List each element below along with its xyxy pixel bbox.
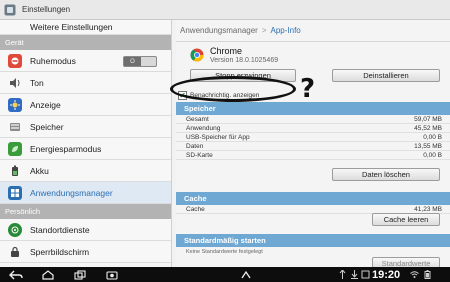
sidebar-item-location-services[interactable]: Standortdienste bbox=[0, 219, 171, 241]
sidebar-item-power-saving[interactable]: Energiesparmodus bbox=[0, 138, 171, 160]
wifi-icon bbox=[410, 271, 419, 278]
system-bar: 19:20 bbox=[0, 267, 450, 282]
defaults-hint: Keine Standardwerte festgelegt bbox=[186, 249, 263, 255]
sidebar-item-display[interactable]: Anzeige bbox=[0, 94, 171, 116]
clear-defaults-button[interactable]: Standardwerte bbox=[372, 257, 440, 267]
storage-section: Speicher Gesamt 59,07 MB Anwendung 45,52 M… bbox=[176, 102, 450, 160]
menu-icon[interactable] bbox=[234, 267, 258, 282]
sidebar-item-storage[interactable]: Speicher bbox=[0, 116, 171, 138]
list-item: Daten 13,55 MB bbox=[176, 142, 450, 151]
app-name: Chrome bbox=[210, 46, 243, 56]
row-key: USB-Speicher für App bbox=[186, 133, 250, 141]
clock: 19:20 bbox=[372, 268, 401, 281]
battery-status-icon bbox=[424, 270, 431, 279]
breadcrumb-separator-icon: > bbox=[261, 26, 267, 35]
apps-icon bbox=[8, 185, 22, 200]
row-key: Daten bbox=[186, 142, 204, 150]
list-item: SD-Karte 0,00 B bbox=[176, 151, 450, 160]
row-key: Anwendung bbox=[186, 124, 221, 132]
sidebar-item-application-manager[interactable]: Anwendungsmanager bbox=[0, 182, 171, 204]
row-value: 0,00 B bbox=[423, 133, 442, 141]
list-item: USB-Speicher für App 0,00 B bbox=[176, 133, 450, 142]
title-bar: Einstellungen bbox=[0, 0, 450, 20]
sidebar-item-battery[interactable]: Akku bbox=[0, 160, 171, 182]
sidebar-item-label: Anzeige bbox=[30, 99, 61, 110]
sidebar-item-label: Standortdienste bbox=[30, 224, 90, 235]
sidebar-section-device: Gerät bbox=[0, 35, 171, 50]
breadcrumb-current: App-Info bbox=[270, 26, 301, 35]
list-item: Gesamt 59,07 MB bbox=[176, 115, 450, 124]
app-info-panel: Anwendungsmanager > App-Info Chrome Vers… bbox=[176, 20, 450, 267]
clear-cache-button[interactable]: Cache leeren bbox=[372, 213, 440, 226]
home-icon[interactable] bbox=[36, 267, 60, 282]
sidebar-item-label: Akku bbox=[30, 165, 49, 176]
row-value: 59,07 MB bbox=[414, 115, 442, 123]
sidebar-section-personal: Persönlich bbox=[0, 204, 171, 219]
annotation-question-mark: ? bbox=[300, 74, 316, 104]
moon-icon bbox=[8, 53, 22, 68]
settings-app-icon bbox=[4, 4, 16, 15]
row-value: 41,23 MB bbox=[414, 205, 442, 213]
row-key: Cache bbox=[186, 205, 205, 213]
cache-header: Cache bbox=[176, 192, 450, 205]
row-key: Gesamt bbox=[186, 115, 209, 123]
sleep-mode-toggle[interactable]: O bbox=[123, 56, 157, 67]
sidebar-item-lock-screen[interactable]: Sperrbildschirm bbox=[0, 241, 171, 263]
chrome-icon bbox=[190, 48, 204, 62]
recent-apps-icon[interactable] bbox=[68, 267, 92, 282]
lock-icon bbox=[8, 245, 22, 259]
sidebar-item-sound[interactable]: Ton bbox=[0, 72, 171, 94]
sidebar-item-sleep-mode[interactable]: Ruhemodus O bbox=[0, 50, 171, 72]
sidebar-item-label: Speicher bbox=[30, 121, 64, 132]
breadcrumb-parent[interactable]: Anwendungsmanager bbox=[180, 26, 258, 35]
app-title: Einstellungen bbox=[22, 5, 71, 14]
launch-by-default-header: Standardmäßig starten bbox=[176, 234, 450, 247]
battery-icon bbox=[8, 164, 22, 178]
list-item: Anwendung 45,52 MB bbox=[176, 124, 450, 133]
sidebar-item-more-settings[interactable]: Weitere Einstellungen bbox=[0, 20, 171, 35]
screenshot-icon[interactable] bbox=[100, 267, 124, 282]
storage-icon bbox=[8, 120, 22, 134]
annotation-ellipse bbox=[170, 76, 296, 102]
settings-sidebar: Weitere Einstellungen Gerät Ruhemodus O … bbox=[0, 20, 172, 267]
back-icon[interactable] bbox=[4, 267, 28, 282]
row-value: 0,00 B bbox=[423, 151, 442, 159]
display-icon bbox=[8, 97, 22, 112]
sidebar-item-label: Energiesparmodus bbox=[30, 143, 102, 154]
location-icon bbox=[8, 222, 22, 237]
notification-icon bbox=[361, 270, 370, 279]
cache-section: Cache Cache 41,23 MB bbox=[176, 192, 450, 214]
row-value: 45,52 MB bbox=[414, 124, 442, 132]
sidebar-item-label: Ton bbox=[30, 77, 44, 88]
launch-by-default-section: Standardmäßig starten Keine Standardwert… bbox=[176, 234, 450, 255]
battery-saver-icon bbox=[8, 141, 22, 156]
sidebar-item-label: Weitere Einstellungen bbox=[30, 22, 113, 32]
row-key: SD-Karte bbox=[186, 151, 213, 159]
sidebar-item-label: Sperrbildschirm bbox=[30, 246, 90, 257]
row-value: 13,55 MB bbox=[414, 142, 442, 150]
usb-icon bbox=[339, 270, 346, 279]
toggle-knob-icon: O bbox=[124, 57, 141, 66]
breadcrumb: Anwendungsmanager > App-Info bbox=[176, 20, 450, 42]
download-icon bbox=[351, 270, 358, 279]
app-version: Version 18.0.1025469 bbox=[210, 57, 279, 64]
speaker-icon bbox=[8, 76, 22, 90]
sidebar-item-label: Anwendungsmanager bbox=[30, 187, 113, 198]
uninstall-button[interactable]: Deinstallieren bbox=[332, 69, 440, 82]
sidebar-item-label: Ruhemodus bbox=[30, 55, 76, 66]
clear-data-button[interactable]: Daten löschen bbox=[332, 168, 440, 181]
